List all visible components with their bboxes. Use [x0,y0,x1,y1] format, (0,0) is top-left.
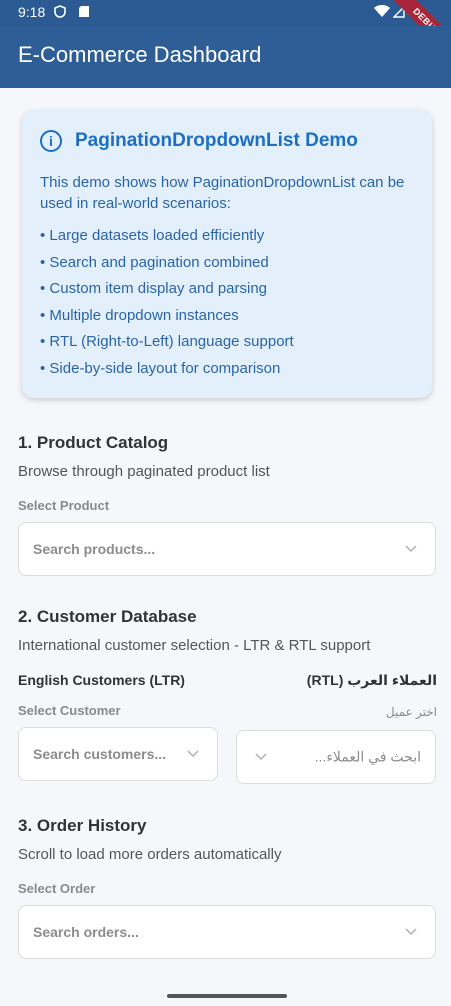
feature-item: • Custom item display and parsing [40,280,268,297]
rtl-customers-heading: العملاء العرب (RTL) [306,672,437,688]
status-time: 9:18 [18,4,46,20]
product-section-title: 1. Product Catalog [18,433,169,452]
feature-item: • Multiple dropdown instances [40,306,239,324]
chevron-down-icon [255,753,267,761]
product-section-subtitle: Browse through paginated product list [18,463,270,480]
info-icon: i [40,130,62,152]
rtl-customer-dropdown[interactable]: ابحث في العملاء... [236,730,436,784]
order-search-placeholder: Search orders... [33,924,139,940]
feature-item: • Large datasets loaded efficiently [40,227,265,244]
feature-item: • Search and pagination combined [40,253,269,271]
feature-list: • Large datasets loaded efficiently • Se… [40,226,294,385]
status-bar: 9:18 [0,0,451,26]
chevron-down-icon [405,545,417,553]
chevron-down-icon [405,928,417,936]
order-dropdown[interactable]: Search orders... [18,905,436,959]
feature-item: • Side-by-side layout for comparison [40,359,281,377]
wifi-icon [374,5,390,17]
sd-card-icon [79,6,89,17]
order-field-label: Select Order [18,881,96,896]
rtl-customer-search-placeholder: ابحث في العملاء... [314,748,421,765]
ltr-customers-heading: English Customers (LTR) [18,672,185,688]
customer-section-title: 2. Customer Database [18,607,197,626]
info-card-title: PaginationDropdownList Demo [75,130,358,151]
feature-item: • RTL (Right-to-Left) language support [40,333,294,350]
ltr-customer-label: Select Customer [18,703,121,718]
order-section-title: 3. Order History [18,816,147,835]
ltr-customer-search-placeholder: Search customers... [33,746,167,762]
ltr-customer-dropdown[interactable]: Search customers... [18,727,218,781]
rtl-customer-label: اختر عميل [385,705,437,719]
product-dropdown[interactable]: Search products... [18,522,436,576]
order-section-subtitle: Scroll to load more orders automatically [18,846,282,863]
chevron-down-icon [187,750,199,758]
customer-section-subtitle: International customer selection - LTR &… [18,637,371,654]
info-card-description: This demo shows how PaginationDropdownLi… [40,174,405,212]
info-card: i PaginationDropdownList Demo This demo … [22,110,432,398]
app-title: E-Commerce Dashboard [18,42,262,67]
shield-icon [54,5,66,18]
product-field-label: Select Product [18,498,110,513]
app-bar: E-Commerce Dashboard [0,26,451,88]
home-indicator[interactable] [167,994,287,998]
product-search-placeholder: Search products... [33,541,156,557]
